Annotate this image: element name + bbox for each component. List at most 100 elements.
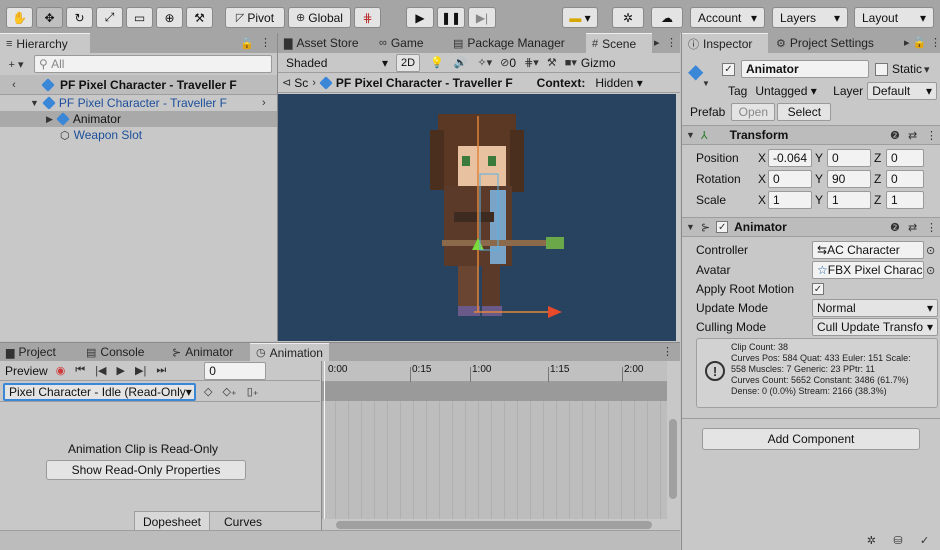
play-icon[interactable]: ▶ (117, 364, 125, 377)
check-icon[interactable]: ✓ (920, 534, 929, 547)
tab-game[interactable]: ∞ Game (373, 33, 430, 53)
lighting-icon[interactable]: 💡 (430, 56, 444, 69)
expand-arrow-icon[interactable]: ▶ (46, 114, 53, 125)
add-event-icon[interactable]: ◇₊ (222, 385, 236, 398)
object-name-input[interactable]: Animator (741, 60, 869, 78)
scale-y-input[interactable]: 1 (827, 191, 871, 209)
transform-header[interactable]: ▼ ⅄ Transform ❷ ⇄ ⋮ (682, 125, 940, 145)
tab-animator[interactable]: ⊱ Animator (166, 343, 239, 361)
scale-z-input[interactable]: 1 (886, 191, 924, 209)
tab-project[interactable]: ▆ Project (0, 343, 62, 361)
rotation-z-input[interactable]: 0 (886, 170, 924, 188)
toggle-2d-button[interactable]: 2D (396, 53, 420, 72)
static-checkbox[interactable] (875, 62, 888, 76)
tab-package-manager[interactable]: ▤ Package Manager (447, 33, 571, 53)
add-keyframe-icon[interactable]: ◇ (204, 385, 212, 398)
dopesheet-tab[interactable]: Dopesheet (134, 511, 210, 532)
chevron-right-icon[interactable]: › (262, 97, 266, 109)
step-button[interactable]: ▶| (468, 7, 496, 28)
expand-arrow-icon[interactable]: ▼ (30, 98, 39, 108)
record-icon[interactable]: ◉ (56, 364, 66, 377)
clip-dropdown[interactable]: Pixel Character - Idle (Read-Only ▾ (3, 382, 196, 401)
rotation-x-input[interactable]: 0 (768, 170, 812, 188)
add-component-button[interactable]: Add Component (702, 428, 920, 450)
preview-button[interactable]: Preview (5, 364, 48, 378)
play-button[interactable]: ▶ (406, 7, 434, 28)
playhead[interactable] (324, 361, 325, 531)
camera-icon[interactable]: ■▾ (565, 56, 577, 69)
pivot-toggle[interactable]: ◸ Pivot (225, 7, 285, 28)
pause-button[interactable]: ❚❚ (437, 7, 465, 28)
move-tool-icon[interactable]: ✥ (36, 7, 63, 28)
next-keyframe-icon[interactable]: ▶| (135, 364, 146, 377)
storage-icon[interactable]: ⛁ (893, 534, 902, 547)
first-keyframe-icon[interactable]: ⏮ (75, 364, 85, 377)
chevron-down-icon[interactable]: ▼ (702, 79, 710, 88)
context-dropdown[interactable]: Hidden ▾ (591, 74, 649, 92)
grid-toggle-icon[interactable]: ⋕▾ (524, 56, 539, 69)
transform-tool-icon[interactable]: ⊕ (156, 7, 183, 28)
animator-header[interactable]: ▼ ⊱ ✓ Animator ❷ ⇄ ⋮ (682, 217, 940, 237)
chevron-right-icon[interactable]: ▸ (654, 36, 660, 49)
time-ruler[interactable]: 0:00 0:15 1:00 1:15 2:00 (322, 361, 667, 382)
tab-project-settings[interactable]: ⚙ Project Settings (770, 33, 880, 53)
tab-inspector[interactable]: ⓘ Inspector (682, 33, 768, 53)
custom-tool-icon[interactable]: ⚒ (186, 7, 213, 28)
scene-viewport[interactable] (278, 94, 676, 341)
add-event-marker-icon[interactable]: ▯₊ (247, 385, 259, 398)
tag-dropdown[interactable]: Untagged ▾ (751, 82, 827, 100)
dopesheet-area[interactable] (322, 401, 667, 519)
culling-mode-dropdown[interactable]: Cull Update Transfo ▾ (812, 318, 938, 336)
layout-dropdown[interactable]: Layout ▾ (854, 7, 934, 28)
show-read-only-button[interactable]: Show Read-Only Properties (46, 460, 246, 480)
tab-asset-store[interactable]: ▇ Asset Store (278, 33, 365, 53)
layer-dropdown[interactable]: Default ▾ (867, 82, 937, 100)
tab-animation[interactable]: ◷ Animation (250, 343, 329, 361)
kebab-menu-icon[interactable]: ⋮ (930, 36, 940, 49)
rect-tool-icon[interactable]: ▭ (126, 7, 153, 28)
tab-console[interactable]: ▤ Console (80, 343, 150, 361)
vertical-scrollbar[interactable] (667, 401, 679, 519)
hierarchy-item[interactable]: ⬡ Weapon Slot (0, 127, 277, 143)
curves-tab[interactable]: Curves (210, 512, 276, 532)
lock-icon[interactable]: 🔒 (240, 37, 254, 50)
update-mode-dropdown[interactable]: Normal ▾ (812, 299, 938, 317)
active-checkbox[interactable]: ✓ (722, 62, 735, 76)
hierarchy-item-selected[interactable]: ▶ Animator (0, 111, 277, 127)
frame-input[interactable]: 0 (204, 361, 267, 380)
account-dropdown[interactable]: Account ▾ (690, 7, 765, 28)
avatar-field[interactable]: ☆ FBX Pixel Charac (812, 261, 924, 279)
prefab-select-button[interactable]: Select (777, 103, 832, 121)
hidden-objects-icon[interactable]: ⊘ (500, 56, 509, 69)
cloud-icon[interactable]: ☁ (651, 7, 683, 28)
collapse-arrow-icon[interactable]: ▼ (686, 130, 695, 140)
chevron-down-icon[interactable]: ▾ (924, 63, 930, 76)
debug-icon[interactable]: ✲ (867, 534, 876, 547)
back-arrow-icon[interactable]: ‹ (4, 79, 24, 91)
kebab-menu-icon[interactable]: ⋮ (662, 345, 673, 358)
position-z-input[interactable]: 0 (886, 149, 924, 167)
add-dropdown-icon[interactable]: + ▾ (4, 58, 28, 71)
object-picker-icon[interactable]: ⊙ (926, 264, 935, 277)
object-picker-icon[interactable]: ⊙ (926, 244, 935, 257)
kebab-menu-icon[interactable]: ⋮ (926, 129, 937, 142)
timeline[interactable]: 0:00 0:15 1:00 1:15 2:00 (321, 361, 680, 531)
breadcrumb-scene[interactable]: Sc (294, 76, 308, 90)
help-icon[interactable]: ❷ (890, 221, 900, 234)
rotate-tool-icon[interactable]: ↻ (66, 7, 93, 28)
controller-field[interactable]: ⇆ AC Character (812, 241, 924, 259)
position-x-input[interactable]: -0.064 (768, 149, 812, 167)
tab-hierarchy[interactable]: ≡ Hierarchy (0, 33, 90, 53)
preset-icon[interactable]: ⇄ (908, 221, 917, 234)
summary-track[interactable] (322, 382, 667, 401)
prev-keyframe-icon[interactable]: |◀ (95, 364, 106, 377)
hand-tool-icon[interactable]: ✋ (6, 7, 33, 28)
preset-icon[interactable]: ⇄ (908, 129, 917, 142)
grid-snap-icon[interactable]: ⋕ (354, 7, 381, 28)
services-icon[interactable]: ✲ (612, 7, 644, 28)
root-motion-checkbox[interactable]: ✓ (812, 283, 824, 295)
lock-icon[interactable]: ▸ 🔒 (904, 36, 926, 49)
effects-icon[interactable]: ✧▾ (477, 56, 492, 69)
last-keyframe-icon[interactable]: ⏭ (156, 364, 166, 377)
gizmos-label[interactable]: Gizmo (581, 56, 616, 70)
